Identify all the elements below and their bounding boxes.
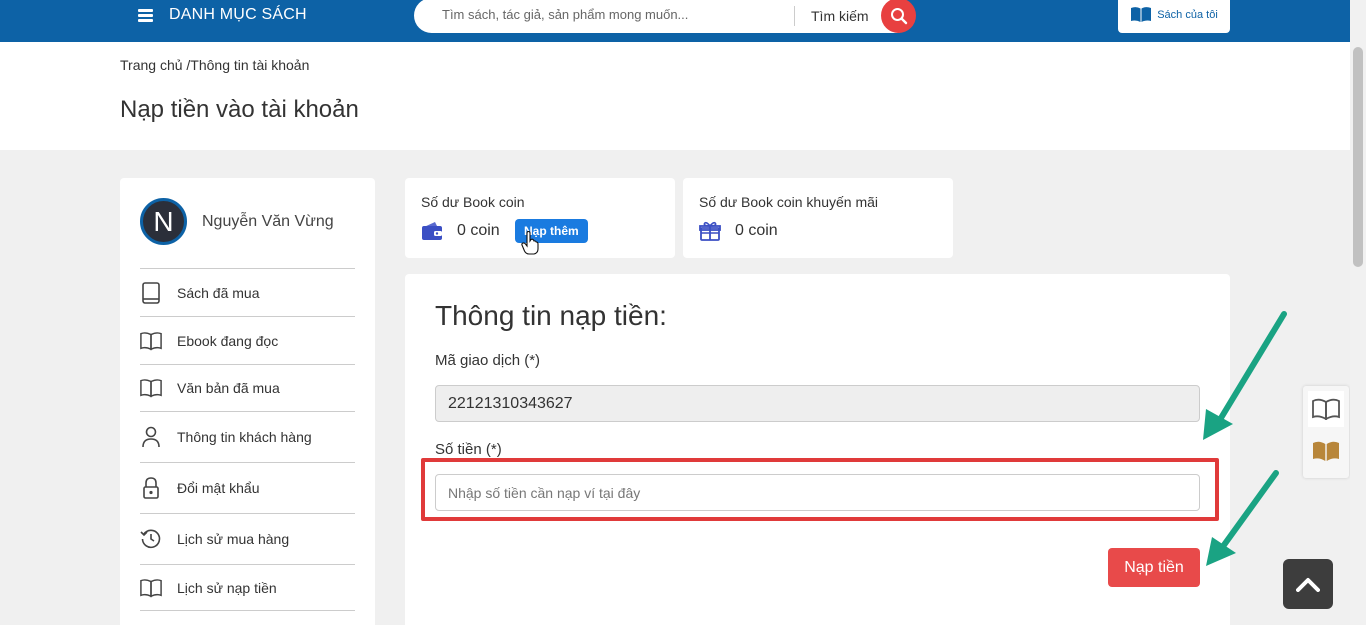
account-sidebar: N Nguyễn Văn Vừng Sách đã mua Ebook đang…: [120, 178, 375, 625]
book-closed-icon: [140, 281, 162, 304]
breadcrumb-current-link[interactable]: Thông tin tài khoản: [190, 57, 309, 73]
user-icon: [140, 426, 162, 448]
sidebar-item-label: Đổi mật khẩu: [177, 480, 260, 496]
wallet-icon: [421, 221, 443, 246]
sidebar-item-purchased-books[interactable]: Sách đã mua: [140, 268, 355, 316]
sidebar-item-label: Thông tin khách hàng: [177, 429, 312, 445]
transaction-code-field[interactable]: [435, 385, 1200, 422]
page-scrollbar[interactable]: [1350, 0, 1366, 625]
promo-balance-card: Số dư Book coin khuyến mãi 0 coin: [683, 178, 953, 258]
category-menu-label: DANH MỤC SÁCH: [169, 6, 307, 23]
bookcoin-balance-value: 0 coin: [457, 222, 500, 239]
sidebar-item-reading-ebooks[interactable]: Ebook đang đọc: [140, 316, 355, 364]
book-open-icon: [140, 377, 162, 399]
book-open-filled-icon: [1313, 441, 1339, 461]
book-open-icon: [140, 330, 162, 352]
hand-cursor-icon: [521, 231, 539, 255]
topup-submit-button[interactable]: Nạp tiền: [1108, 548, 1200, 587]
book-open-icon: [1312, 398, 1340, 420]
book-open-icon: [1131, 7, 1152, 23]
scroll-to-top-button[interactable]: [1283, 559, 1333, 609]
page-title: Nạp tiền vào tài khoản: [120, 96, 359, 123]
search-divider: [794, 6, 795, 26]
search-button[interactable]: [881, 0, 916, 33]
hamburger-icon: [138, 8, 153, 22]
book-open-icon: [140, 577, 162, 599]
form-title: Thông tin nạp tiền:: [435, 300, 667, 331]
lock-icon: [140, 477, 162, 499]
library-button[interactable]: [1308, 433, 1344, 469]
sidebar-item-label: Lịch sử mua hàng: [177, 531, 290, 547]
sidebar-item-label: Lịch sử nạp tiền: [177, 579, 277, 596]
my-books-label: Sách của tôi: [1157, 8, 1218, 21]
sidebar-menu: Sách đã mua Ebook đang đọc Văn bản đã mu…: [140, 268, 355, 611]
bookcoin-balance-card: Số dư Book coin 0 coin Nạp thêm: [405, 178, 675, 258]
search-label[interactable]: Tìm kiếm: [811, 8, 869, 24]
promo-balance-value: 0 coin: [735, 222, 778, 239]
sidebar-item-label: Sách đã mua: [177, 284, 260, 301]
sidebar-item-label: Ebook đang đọc: [177, 332, 279, 349]
chevron-up-icon: [1296, 578, 1320, 592]
category-menu-button[interactable]: DANH MỤC SÁCH: [138, 6, 307, 24]
history-icon: [140, 528, 162, 550]
breadcrumb-home-link[interactable]: Trang chủ: [120, 57, 183, 73]
floating-reader-panel: [1303, 386, 1349, 478]
sidebar-item-purchased-documents[interactable]: Văn bản đã mua: [140, 364, 355, 411]
topup-form-panel: Thông tin nạp tiền: Mã giao dịch (*) Số …: [405, 274, 1230, 625]
search-bar: Tìm kiếm: [414, 0, 916, 33]
avatar: N: [140, 198, 187, 245]
sidebar-item-change-password[interactable]: Đổi mật khẩu: [140, 462, 355, 513]
gift-icon: [699, 221, 721, 246]
scrollbar-thumb[interactable]: [1353, 47, 1363, 267]
transaction-code-label: Mã giao dịch (*): [435, 352, 541, 369]
username: Nguyễn Văn Vừng: [202, 212, 334, 230]
top-header: DANH MỤC SÁCH Tìm kiếm Sách của tôi: [0, 0, 1350, 42]
my-books-button[interactable]: Sách của tôi: [1118, 0, 1230, 33]
ebook-reader-button[interactable]: [1308, 391, 1344, 427]
profile-summary: N Nguyễn Văn Vừng: [140, 198, 334, 245]
sidebar-item-customer-info[interactable]: Thông tin khách hàng: [140, 411, 355, 462]
search-icon: [890, 7, 907, 24]
promo-balance-title: Số dư Book coin khuyến mãi: [699, 194, 879, 210]
search-input[interactable]: [442, 7, 772, 22]
breadcrumb: Trang chủ /Thông tin tài khoản: [120, 57, 309, 73]
amount-label: Số tiền (*): [435, 441, 502, 458]
sidebar-item-label: Văn bản đã mua: [177, 380, 280, 396]
amount-field[interactable]: [435, 474, 1200, 511]
sidebar-item-topup-history[interactable]: Lịch sử nạp tiền: [140, 564, 355, 611]
bookcoin-balance-title: Số dư Book coin: [421, 194, 525, 210]
sidebar-item-purchase-history[interactable]: Lịch sử mua hàng: [140, 513, 355, 564]
